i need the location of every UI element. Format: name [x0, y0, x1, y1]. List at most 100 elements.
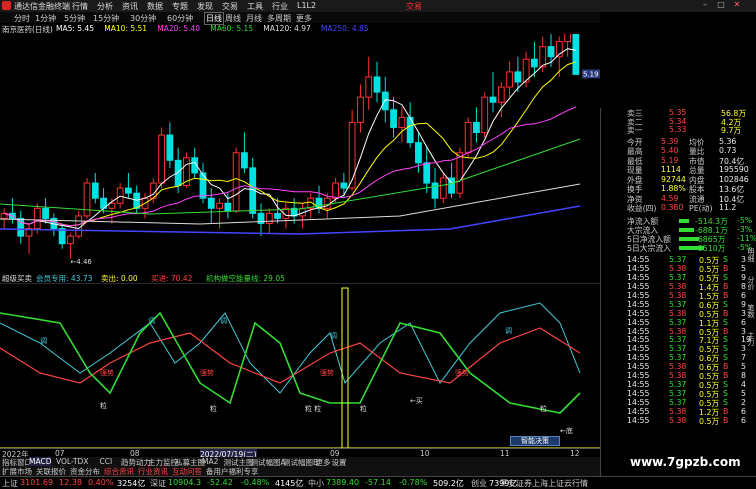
status-label-2: 中小 — [308, 479, 324, 488]
tick-time: 14:55 — [627, 317, 650, 327]
tick-side: S — [723, 255, 728, 265]
period-10[interactable]: 更多 — [296, 13, 312, 24]
tick-row: 14:55 5.37 0.6万 S 7 — [601, 353, 756, 363]
flow-row-2: 5日净流入额 -6865万 -11% — [601, 233, 756, 244]
status-chg-1: -52.42 — [207, 478, 233, 487]
watermark: www.7gpzb.com — [630, 455, 741, 469]
candle-body — [497, 86, 505, 103]
tick-row: 14:55 5.38 0.5万 B 8 — [601, 371, 756, 381]
menu-item-9[interactable]: L1L2 — [297, 1, 316, 10]
period-3[interactable]: 15分钟 — [93, 13, 119, 24]
sub-annotation: 调 — [40, 336, 47, 345]
tick-row: 14:55 5.37 7.1万 S 19 — [601, 335, 756, 345]
tick-price: 5.37 — [669, 353, 687, 363]
field-value: 0.380 — [661, 203, 684, 212]
candle-body — [564, 34, 571, 43]
period-7[interactable]: 周线 — [225, 13, 241, 24]
side-tab-3[interactable]: 主力 — [747, 332, 756, 346]
candle-body — [75, 215, 83, 237]
tick-count: 5 — [741, 362, 746, 372]
candle-body — [91, 182, 99, 199]
indicator-tab-3[interactable]: CCI — [100, 457, 113, 466]
indicator-tab-1[interactable]: MACD — [29, 457, 52, 466]
candle-body — [415, 142, 422, 164]
sub-annotation: 调 — [330, 331, 337, 340]
sub-annotation: 强势 — [320, 368, 334, 377]
tick-price: 5.38 — [669, 282, 687, 291]
candle-body — [456, 152, 464, 194]
menu-item-2[interactable]: 资讯 — [122, 1, 138, 12]
candle-body — [547, 46, 555, 58]
tick-price: 5.38 — [669, 406, 687, 416]
ask-label: 卖一 — [627, 126, 643, 135]
menu-item-1[interactable]: 分析 — [97, 1, 113, 12]
field-row-4: 外盘 92744 内盘 102846 — [601, 175, 756, 185]
tick-count: 6 — [741, 406, 746, 416]
minimize-icon[interactable]: – — [700, 0, 710, 11]
status-value-2: 7389.40 — [326, 478, 360, 487]
menu-item-7[interactable]: 工具 — [247, 1, 263, 12]
sub-annotation: 强势 — [455, 368, 469, 377]
field-row-0: 今开 5.39 均价 5.36 — [601, 137, 756, 147]
tick-price: 5.37 — [669, 273, 687, 283]
flow-row-0: 净流入额 -514.3万 -5% — [601, 216, 756, 226]
menu-item-0[interactable]: 行情 — [72, 1, 88, 12]
sub-indicator-chart[interactable]: 90.0080.0070.0060.0050.0040.0030.0020.00… — [0, 283, 600, 448]
trade-link[interactable]: 交易 — [406, 1, 422, 12]
tick-row: 14:55 5.37 1.1万 S 6 — [601, 317, 756, 328]
indicator-tab-2[interactable]: VOL-TDX — [56, 457, 88, 466]
flow-pct: -11% — [737, 233, 756, 243]
tick-price: 5.37 — [669, 344, 687, 354]
close-icon[interactable]: ✕ — [732, 0, 742, 11]
period-4[interactable]: 30分钟 — [130, 13, 156, 24]
status-bar: 上证 3101.69 12.38 0.40% 3254亿 深证 10904.3 -52.42-… — [0, 476, 756, 488]
tick-count: 4 — [741, 379, 746, 389]
tick-side: S — [723, 353, 728, 363]
side-tab-2[interactable]: 笔数 — [747, 304, 756, 318]
tick-time: 14:55 — [627, 406, 650, 416]
period-0[interactable]: 分时 — [14, 13, 30, 24]
period-5[interactable]: 60分钟 — [167, 13, 193, 24]
period-2[interactable]: 5分钟 — [64, 13, 85, 24]
candle-body — [67, 235, 74, 245]
ask-vol: 9.7万 — [721, 126, 742, 135]
smart-decision-popup[interactable]: 智能决策 — [510, 436, 560, 446]
side-tab-1[interactable]: 分价 — [747, 276, 756, 290]
tick-price: 5.38 — [669, 308, 687, 318]
tick-side: B — [723, 362, 729, 372]
field-label2: PE(动) — [689, 204, 713, 213]
flow-pct: -3% — [737, 224, 753, 234]
candle-body — [539, 46, 547, 68]
menu-item-5[interactable]: 发现 — [197, 1, 213, 12]
candle-body — [431, 182, 439, 199]
maximize-icon[interactable]: □ — [716, 0, 726, 11]
candle-body — [241, 152, 248, 169]
indicator-tab-7[interactable]: MA2 — [202, 457, 218, 466]
tick-row: 14:55 5.38 1.2万 B 6 — [601, 406, 756, 417]
tick-time: 14:55 — [627, 397, 650, 407]
menu-item-6[interactable]: 交易 — [222, 1, 238, 12]
candle-body — [373, 76, 381, 93]
menu-item-8[interactable]: 行业 — [272, 1, 288, 12]
field-row-5: 换手 1.88% 股本 13.6亿 — [601, 184, 756, 194]
menu-item-3[interactable]: 数据 — [147, 1, 163, 12]
field-row-6: 净资 4.59 流通 10.4亿 — [601, 194, 756, 204]
tick-price: 5.37 — [669, 255, 687, 265]
tick-price: 5.38 — [669, 362, 687, 372]
side-tab-0[interactable]: 明细 — [747, 248, 756, 262]
tick-time: 14:55 — [627, 255, 650, 265]
sub-annotation: 粒 — [100, 401, 107, 410]
tick-row: 14:55 5.38 0.5万 B 3 — [601, 308, 756, 319]
period-1[interactable]: 1分钟 — [35, 13, 56, 24]
tick-price: 5.38 — [669, 415, 687, 425]
period-8[interactable]: 月线 — [246, 13, 262, 24]
candle-body — [158, 134, 165, 184]
tick-row: 14:55 5.37 0.6万 S 9 — [601, 300, 756, 310]
tick-time: 14:55 — [627, 379, 650, 389]
menu-item-4[interactable]: 专题 — [172, 1, 188, 12]
candle-body — [381, 91, 389, 111]
price-chart[interactable]: ←4.46 5.19 — [0, 34, 600, 274]
flow-bar — [679, 218, 689, 223]
quote-panel: 卖三 5.35 56.8万 卖二 5.34 4.2万 卖一 5.33 9.7万 今开 5.39 均价 5… — [600, 108, 756, 476]
period-9[interactable]: 多周期 — [267, 13, 291, 24]
